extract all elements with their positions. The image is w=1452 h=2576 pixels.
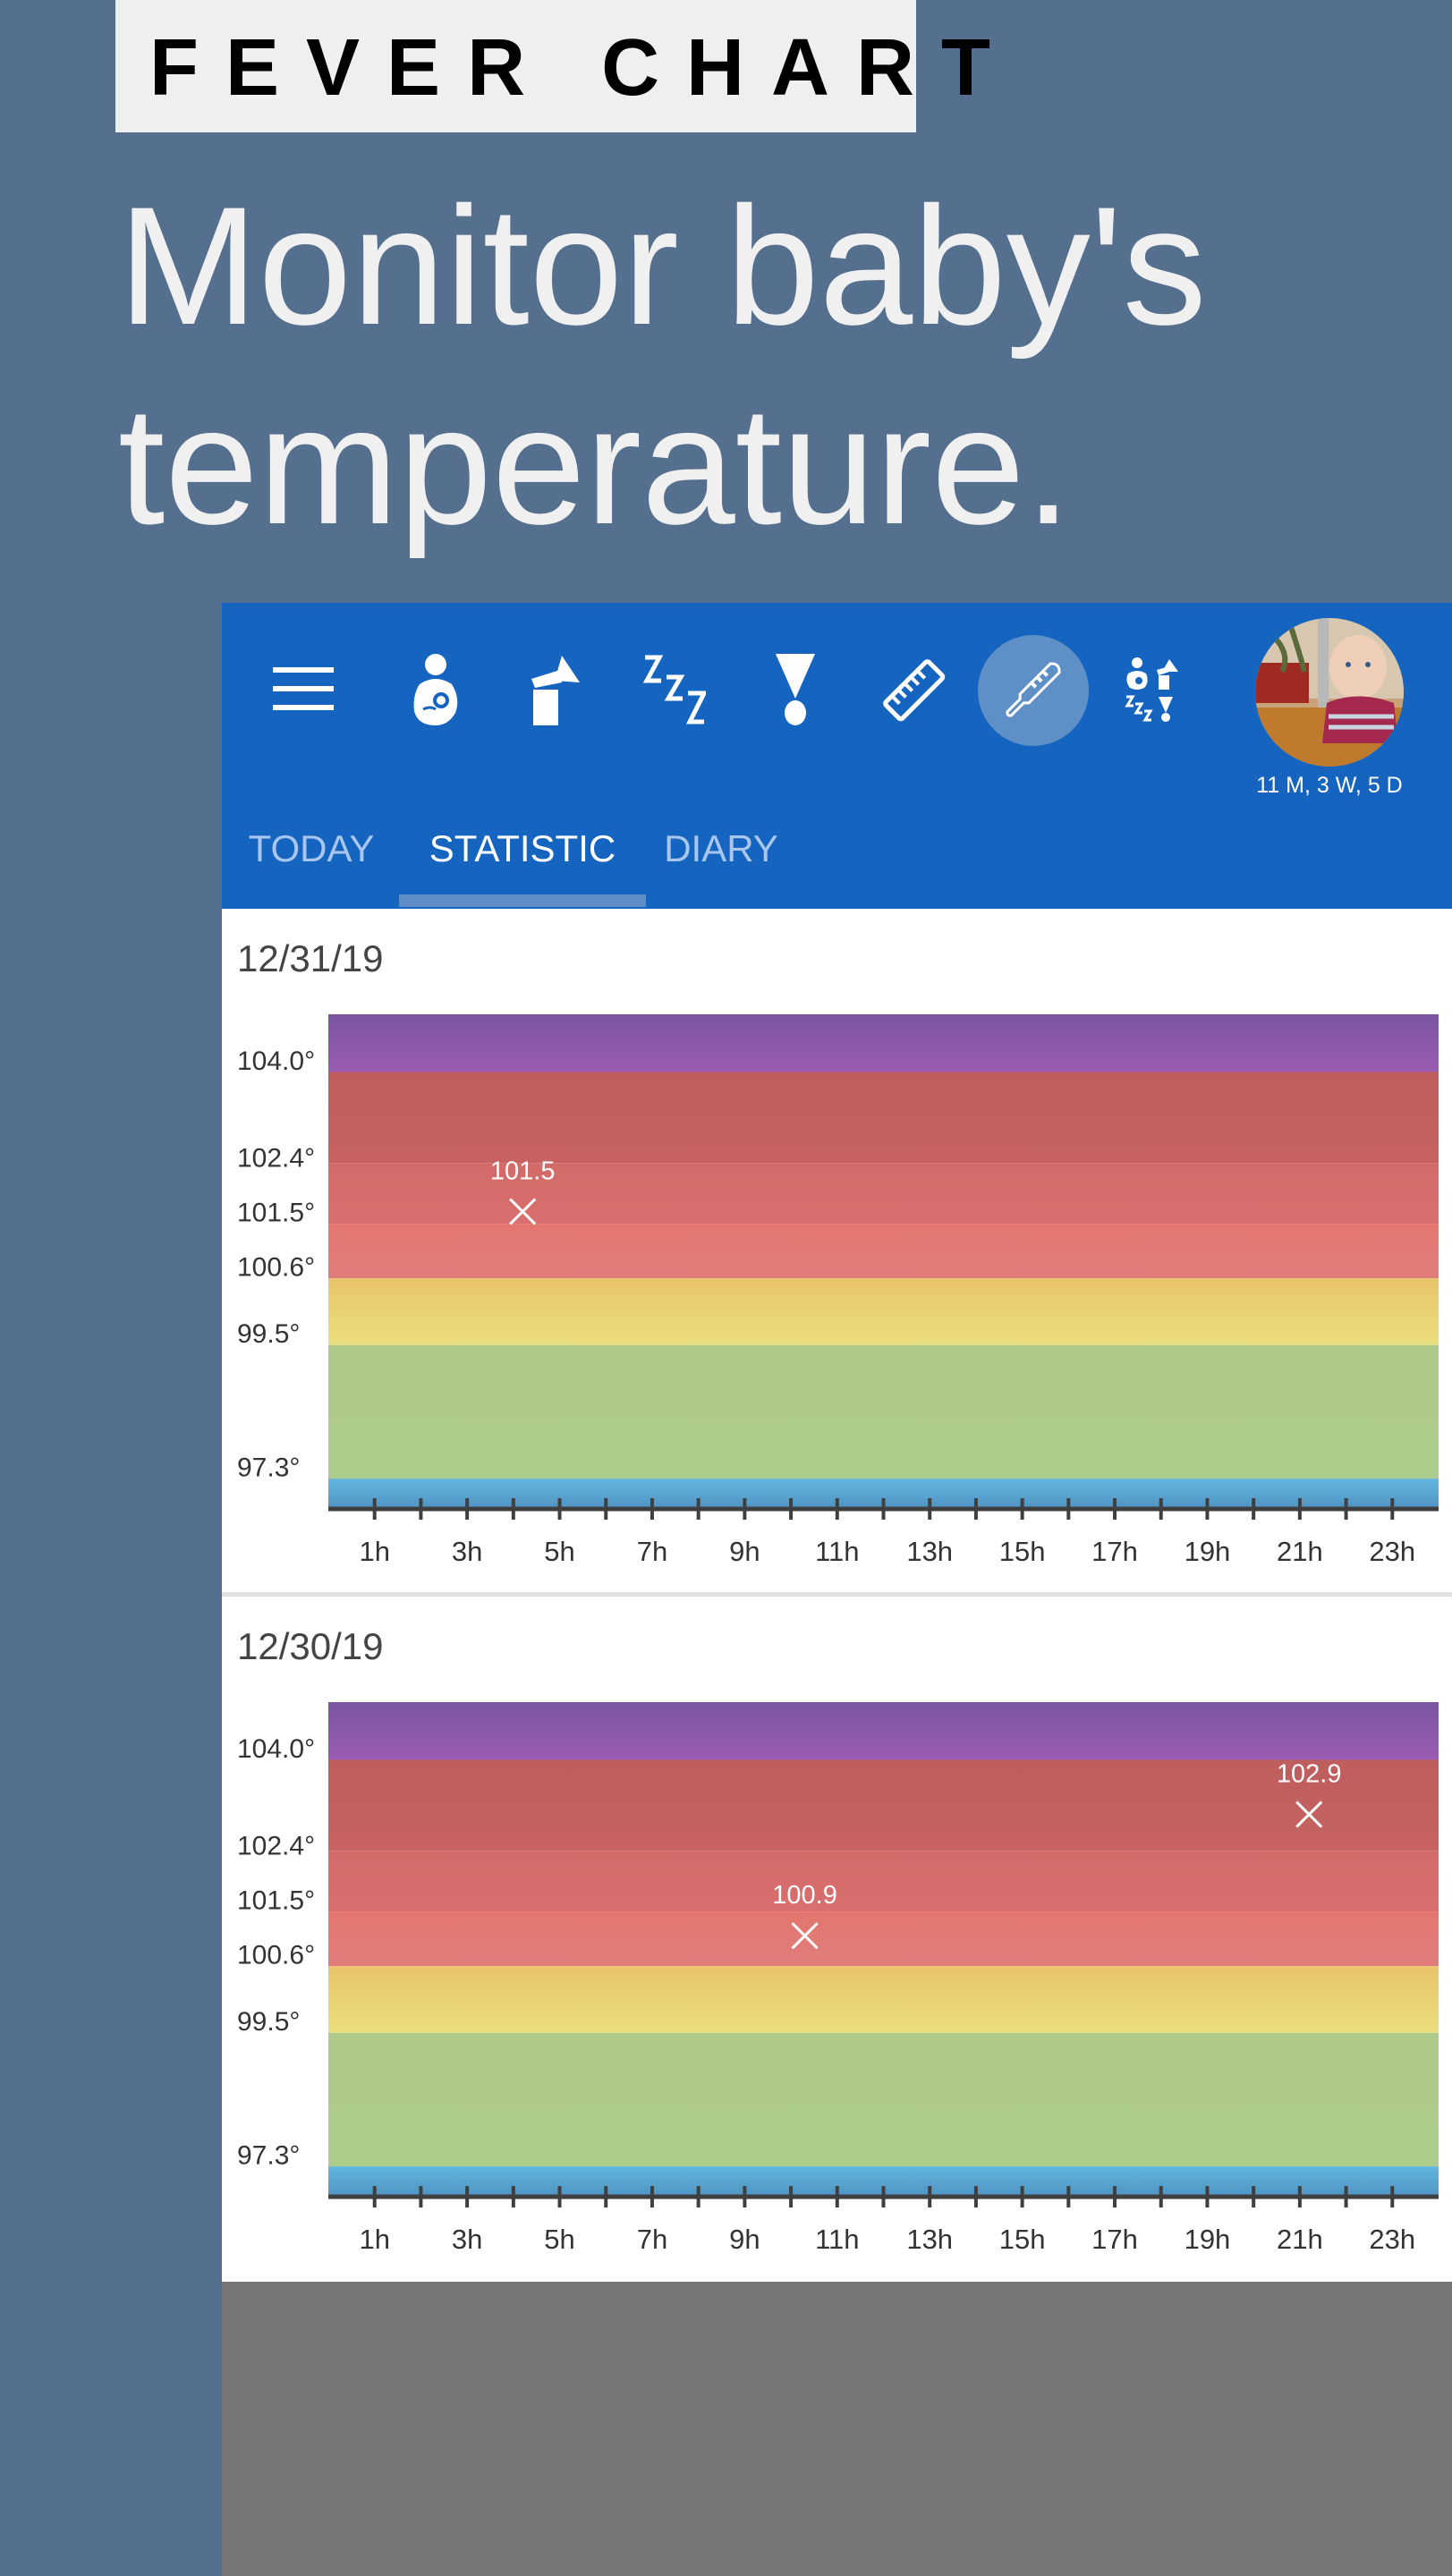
x-tick-label: 17h	[1091, 1536, 1138, 1567]
tab-diary-label: DIARY	[664, 827, 778, 869]
x-tick-label: 21h	[1277, 1536, 1323, 1567]
y-tick-label: 99.5°	[237, 1319, 300, 1349]
zone-band-elevated	[328, 1966, 1439, 2033]
app-name-label: FEVER CHART	[149, 23, 1018, 113]
x-tick-label: 21h	[1277, 2224, 1323, 2255]
zone-band-normal	[328, 2032, 1439, 2167]
tab-today-label: TODAY	[248, 827, 375, 869]
y-tick-label: 104.0°	[237, 1046, 315, 1076]
x-tick-label: 9h	[729, 1536, 760, 1567]
child-age-label: 11 M, 3 W, 5 D	[1256, 773, 1403, 798]
zone-band-hyperpyrexia	[328, 1702, 1439, 1760]
x-tick-label: 11h	[815, 1536, 859, 1567]
y-tick-label: 101.5°	[237, 1199, 315, 1228]
x-tick-label: 5h	[544, 2224, 574, 2255]
x-tick-label: 15h	[999, 2224, 1046, 2255]
y-tick-label: 102.4°	[237, 1143, 315, 1173]
x-tick-label: 5h	[544, 1536, 574, 1567]
x-tick-label: 7h	[637, 2224, 667, 2255]
zone-band-fever	[328, 1851, 1439, 1912]
x-tick-label: 9h	[729, 2224, 760, 2255]
sleep-button[interactable]	[633, 649, 714, 730]
temperature-chart: 1h 3h 5h 7h 9h 11h 13h 15h 17h 19h 21h 23h 104.0° 102…	[237, 1014, 1439, 1567]
active-tab-indicator	[399, 894, 646, 907]
thermometer-icon	[1006, 662, 1061, 717]
zone-band-normal	[328, 1344, 1439, 1479]
zone-band-mild-fever	[328, 1911, 1439, 1967]
day-card: 12/30/19 1h 3h 5h 7h 9h 11h 13h 15h 17h 19h 21h 23h…	[222, 1597, 1452, 2282]
x-tick-label: 19h	[1185, 2224, 1231, 2255]
tab-statistic-label: STATISTIC	[429, 827, 616, 869]
menu-button[interactable]	[264, 649, 344, 730]
y-tick-label: 97.3°	[237, 1453, 300, 1483]
x-tick-label: 3h	[452, 1536, 482, 1567]
zone-band-high-fever	[328, 1072, 1439, 1164]
x-tick-label: 19h	[1185, 1536, 1231, 1567]
child-photo	[1255, 618, 1404, 767]
headline-line-2: temperature.	[118, 371, 1072, 559]
x-tick-label: 13h	[906, 1536, 953, 1567]
tab-today[interactable]: TODAY	[222, 826, 401, 909]
point-value-label: 102.9	[1277, 1760, 1342, 1789]
point-value-label: 101.5	[490, 1157, 556, 1186]
y-tick-label: 101.5°	[237, 1886, 315, 1916]
pumping-button[interactable]	[514, 649, 595, 730]
headline-line-1: Monitor baby's	[118, 172, 1207, 360]
statistics-list[interactable]: 12/31/19 1h 3h 5h 7h 9h 11h 13h 15h 17h 19h 21h 23h…	[222, 909, 1452, 2282]
x-tick-label: 23h	[1369, 2224, 1415, 2255]
point-value-label: 100.9	[772, 1881, 837, 1910]
y-tick-label: 100.6°	[237, 1941, 315, 1970]
exclamation-icon	[776, 654, 815, 725]
promo-headline: Monitor baby's temperature.	[118, 166, 1207, 565]
child-avatar[interactable]	[1255, 618, 1404, 767]
x-tick-label: 7h	[637, 1536, 667, 1567]
x-tick-label: 1h	[359, 1536, 389, 1567]
ruler-icon	[883, 659, 946, 722]
x-tick-label: 3h	[452, 2224, 482, 2255]
x-tick-label: 13h	[906, 2224, 953, 2255]
nursing-button[interactable]	[395, 649, 476, 730]
app-screen: 11 M, 3 W, 5 D TODAY STATISTIC DIARY 12/…	[222, 603, 1452, 2576]
app-name-badge: FEVER CHART	[115, 0, 990, 132]
growth-button[interactable]	[873, 649, 954, 730]
breast-pump-icon	[531, 656, 580, 725]
x-tick-label: 17h	[1091, 2224, 1138, 2255]
events-button[interactable]	[755, 649, 836, 730]
y-tick-label: 102.4°	[237, 1831, 315, 1860]
x-tick-label: 11h	[815, 2224, 859, 2255]
temperature-chart: 1h 3h 5h 7h 9h 11h 13h 15h 17h 19h 21h 23h 104.0° 102…	[237, 1702, 1439, 2255]
tab-diary[interactable]: DIARY	[646, 826, 796, 909]
x-tick-label: 1h	[359, 2224, 389, 2255]
sleep-icon	[642, 655, 706, 724]
zone-band-elevated	[328, 1278, 1439, 1345]
menu-icon	[273, 667, 334, 710]
nursing-icon	[413, 654, 458, 725]
y-tick-label: 104.0°	[237, 1734, 315, 1764]
app-bar: 11 M, 3 W, 5 D TODAY STATISTIC DIARY	[222, 603, 1452, 909]
zone-band-high-fever	[328, 1759, 1439, 1852]
zone-band-hyperpyrexia	[328, 1014, 1439, 1072]
temperature-button[interactable]	[978, 635, 1089, 746]
x-tick-label: 23h	[1369, 1536, 1415, 1567]
x-tick-label: 15h	[999, 1536, 1046, 1567]
y-tick-label: 100.6°	[237, 1253, 315, 1283]
zone-band-mild-fever	[328, 1224, 1439, 1279]
day-card: 12/31/19 1h 3h 5h 7h 9h 11h 13h 15h 17h 19h 21h 23h…	[222, 909, 1452, 1597]
all-activities-button[interactable]	[1113, 649, 1193, 730]
multi-activity-icon	[1125, 657, 1178, 722]
y-tick-label: 99.5°	[237, 2007, 300, 2037]
y-tick-label: 97.3°	[237, 2141, 300, 2171]
